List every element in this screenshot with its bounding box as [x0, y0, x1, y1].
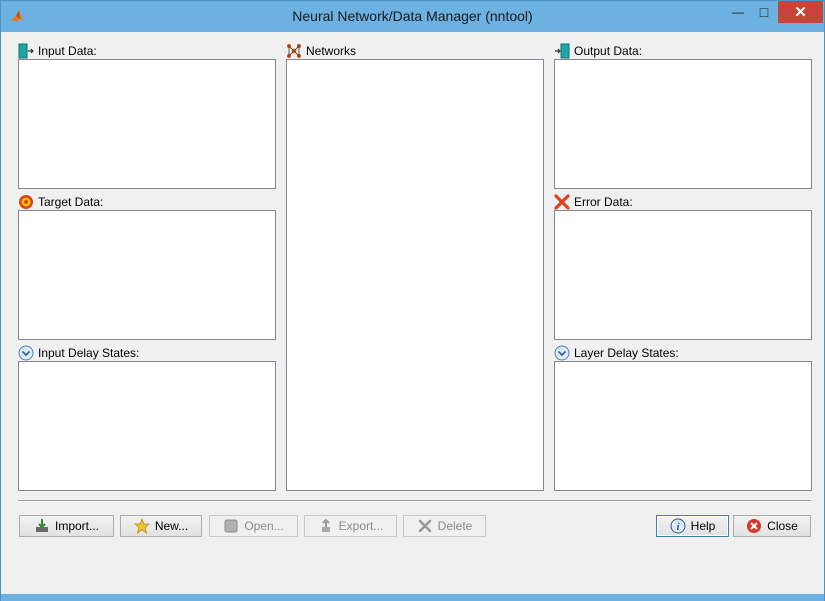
delete-icon — [417, 518, 433, 534]
target-data-label: Target Data: — [38, 195, 104, 209]
close-icon: ✕ — [794, 4, 807, 21]
layer-delay-states-list[interactable] — [554, 361, 812, 491]
network-icon — [286, 43, 302, 59]
close-button[interactable]: Close — [733, 515, 811, 537]
import-icon — [34, 518, 50, 534]
client-area: Input Data: Target Data: Input Delay Sta… — [7, 32, 818, 594]
import-button-label: Import... — [54, 519, 99, 533]
target-data-list[interactable] — [18, 210, 276, 340]
minimize-icon: — — [732, 5, 744, 19]
star-icon — [133, 518, 150, 534]
output-data-label-row: Output Data: — [554, 42, 642, 60]
layer-delay-states-label-row: Layer Delay States: — [554, 344, 679, 362]
separator — [18, 500, 811, 502]
delete-button-label: Delete — [437, 519, 473, 533]
output-data-label: Output Data: — [574, 44, 643, 58]
export-button[interactable]: Export... — [304, 515, 397, 537]
input-delay-states-list[interactable] — [18, 361, 276, 491]
close-button-label: Close — [767, 519, 798, 533]
error-data-label: Error Data: — [574, 195, 633, 209]
nntool-window: Neural Network/Data Manager (nntool) — □… — [0, 0, 825, 601]
export-icon — [318, 518, 334, 534]
window-title: Neural Network/Data Manager (nntool) — [292, 8, 533, 24]
target-data-label-row: Target Data: — [18, 193, 103, 211]
input-data-label: Input Data: — [38, 44, 97, 58]
output-arrow-icon — [554, 43, 570, 59]
open-button-label: Open... — [244, 519, 284, 533]
input-data-list[interactable] — [18, 59, 276, 189]
error-data-label-row: Error Data: — [554, 193, 633, 211]
error-data-list[interactable] — [554, 210, 812, 340]
chevron-down-circle-icon — [554, 345, 570, 361]
open-button[interactable]: Open... — [209, 515, 298, 537]
help-button-label: Help — [690, 519, 716, 533]
help-button[interactable]: i Help — [656, 515, 729, 537]
input-delay-states-label: Input Delay States: — [38, 346, 140, 360]
import-button[interactable]: Import... — [19, 515, 114, 537]
networks-label-row: Networks — [286, 42, 356, 60]
maximize-button[interactable]: □ — [750, 1, 778, 23]
close-circle-icon — [746, 518, 762, 534]
red-x-icon — [554, 194, 570, 210]
target-icon — [18, 194, 34, 210]
layer-delay-states-label: Layer Delay States: — [574, 346, 679, 360]
title-bar[interactable]: Neural Network/Data Manager (nntool) — □… — [1, 1, 824, 32]
networks-list[interactable] — [286, 59, 544, 491]
help-icon: i — [670, 518, 686, 534]
export-button-label: Export... — [338, 519, 384, 533]
open-icon — [223, 518, 239, 534]
output-data-list[interactable] — [554, 59, 812, 189]
window-close-button[interactable]: ✕ — [778, 1, 823, 23]
input-delay-states-label-row: Input Delay States: — [18, 344, 139, 362]
delete-button[interactable]: Delete — [403, 515, 486, 537]
chevron-down-circle-icon — [18, 345, 34, 361]
window-bottom-border — [1, 594, 824, 601]
input-data-label-row: Input Data: — [18, 42, 97, 60]
maximize-icon: □ — [759, 4, 769, 20]
new-button-label: New... — [154, 519, 189, 533]
input-arrow-icon — [18, 43, 34, 59]
networks-label: Networks — [306, 44, 357, 58]
new-button[interactable]: New... — [120, 515, 202, 537]
